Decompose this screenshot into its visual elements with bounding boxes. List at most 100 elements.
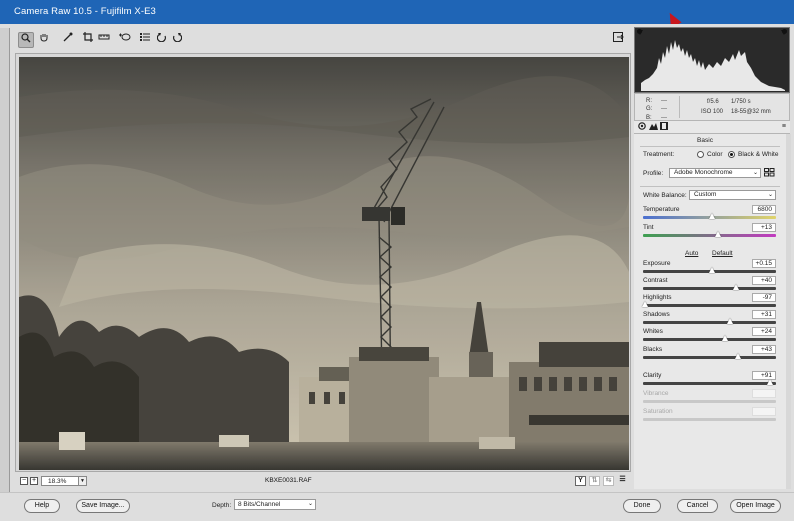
list-icon[interactable] [137,32,153,48]
g-label: G: [646,106,653,113]
blacks-value-field[interactable]: +43 [752,345,776,354]
white-balance-tool-icon[interactable] [60,32,76,48]
contrast-slider-thumb[interactable] [732,284,739,290]
panel-title: Basic [697,137,713,144]
exposure-value-field[interactable]: +0.15 [752,259,776,268]
whites-slider-thumb[interactable] [721,335,728,341]
treatment-bw-radio[interactable] [728,151,735,158]
temperature-slider-thumb[interactable] [708,213,715,219]
saturation-label: Saturation [643,408,673,415]
shadow-clipping-warning-icon[interactable] [637,29,642,34]
auto-link[interactable]: Auto [685,250,698,257]
highlights-value-field[interactable]: -97 [752,293,776,302]
exposure-slider[interactable] [643,267,776,273]
preview-photo[interactable] [19,57,629,470]
open-image-button[interactable]: Open Image [730,499,781,513]
white-balance-select[interactable]: Custom ⌄ [689,190,776,200]
tint-slider[interactable] [643,231,776,237]
whites-value-field[interactable]: +24 [752,327,776,336]
zoom-dropdown-icon[interactable]: ▼ [79,476,87,486]
swap-settings-icon[interactable]: ⇅ [589,476,600,486]
chevron-down-icon: ⌄ [307,501,313,507]
done-button[interactable]: Done [623,499,661,513]
copy-settings-icon[interactable]: ⇆ [603,476,614,486]
detail-panel-icon[interactable] [659,122,669,132]
exposure-slider-thumb[interactable] [708,267,715,273]
shadows-label: Shadows [643,311,670,318]
before-after-toggle[interactable]: Y [575,476,586,486]
profile-browser-icon[interactable] [764,168,775,178]
vibrance-slider[interactable] [643,400,776,403]
preview-preferences-icon[interactable]: ☰ [617,476,628,486]
crop-tool-icon[interactable] [80,32,96,48]
chevron-down-icon: ⌄ [767,192,773,198]
zoom-tool-icon[interactable] [18,32,34,48]
straighten-tool-icon[interactable] [96,32,112,48]
shadows-slider[interactable] [643,318,776,324]
panel-scrollbar[interactable] [786,134,791,489]
title-bar: Camera Raw 10.5 - Fujifilm X-E3 [0,0,794,28]
r-value: --- [661,98,667,104]
vibrance-label: Vibrance [643,390,669,397]
tone-curve-panel-icon[interactable] [648,122,658,132]
rotate-right-icon[interactable] [169,32,185,48]
cancel-button[interactable]: Cancel [677,499,718,513]
zoom-level-field[interactable]: 18.3% [41,476,79,486]
contrast-slider[interactable] [643,284,776,290]
zoom-out-button[interactable]: − [20,477,28,485]
treatment-label: Treatment: [643,151,675,158]
spot-removal-tool-icon[interactable] [117,32,133,48]
clarity-slider-thumb[interactable] [767,379,774,385]
r-label: R: [646,98,652,104]
saturation-slider[interactable] [643,418,776,421]
file-name: KBXE0031.RAF [265,477,312,484]
contrast-value-field[interactable]: +40 [752,276,776,285]
blacks-slider-thumb[interactable] [735,353,742,359]
treatment-color-radio[interactable] [697,151,704,158]
temperature-value-field[interactable]: 6800 [752,205,776,214]
g-value: --- [661,106,667,113]
background-window-edge: gg [0,28,10,521]
basic-panel: Basic Treatment: Color Black & White Pro… [634,134,790,489]
basic-panel-icon[interactable] [637,122,647,132]
save-image-button[interactable]: Save Image... [76,499,130,513]
panel-menu-icon[interactable]: ≡ [782,123,786,130]
default-link[interactable]: Default [712,250,733,257]
panel-tabs: ≡ [634,121,790,134]
white-balance-label: White Balance: [643,192,687,199]
exposure-label: Exposure [643,260,671,267]
chevron-down-icon: ⌄ [752,170,758,176]
temperature-slider[interactable] [643,213,776,219]
toolbar [16,30,628,50]
shutter-value: 1/750 s [731,99,751,105]
highlights-slider-thumb[interactable] [642,301,649,307]
whites-label: Whites [643,328,663,335]
profile-select[interactable]: Adobe Monochrome ⌄ [669,168,761,178]
whites-slider[interactable] [643,335,776,341]
treatment-bw-label: Black & White [738,151,779,158]
hand-tool-icon[interactable] [36,32,52,48]
temperature-label: Temperature [643,206,680,213]
depth-select[interactable]: 8 Bits/Channel ⌄ [234,499,316,510]
depth-label: Depth: [212,502,232,509]
zoom-in-button[interactable]: + [30,477,38,485]
aperture-value: f/5.6 [707,99,719,105]
highlights-label: Highlights [643,294,672,301]
tint-slider-thumb[interactable] [715,231,722,237]
tint-value-field[interactable]: +13 [752,223,776,232]
help-button[interactable]: Help [24,499,60,513]
highlight-clipping-warning-icon[interactable] [782,29,787,34]
clarity-slider[interactable] [643,379,776,385]
blacks-slider[interactable] [643,353,776,359]
image-preview [15,53,631,472]
rotate-left-icon[interactable] [154,32,170,48]
lens-value: 18-55@32 mm [731,109,771,115]
highlights-slider[interactable] [642,301,776,307]
saturation-value-field[interactable] [752,407,776,416]
profile-label: Profile: [643,170,664,177]
shadows-value-field[interactable]: +31 [752,310,776,319]
shadows-slider-thumb[interactable] [727,318,734,324]
tint-label: Tint [643,224,654,231]
vibrance-value-field[interactable] [752,389,776,398]
fullscreen-toggle-icon[interactable] [610,32,626,48]
